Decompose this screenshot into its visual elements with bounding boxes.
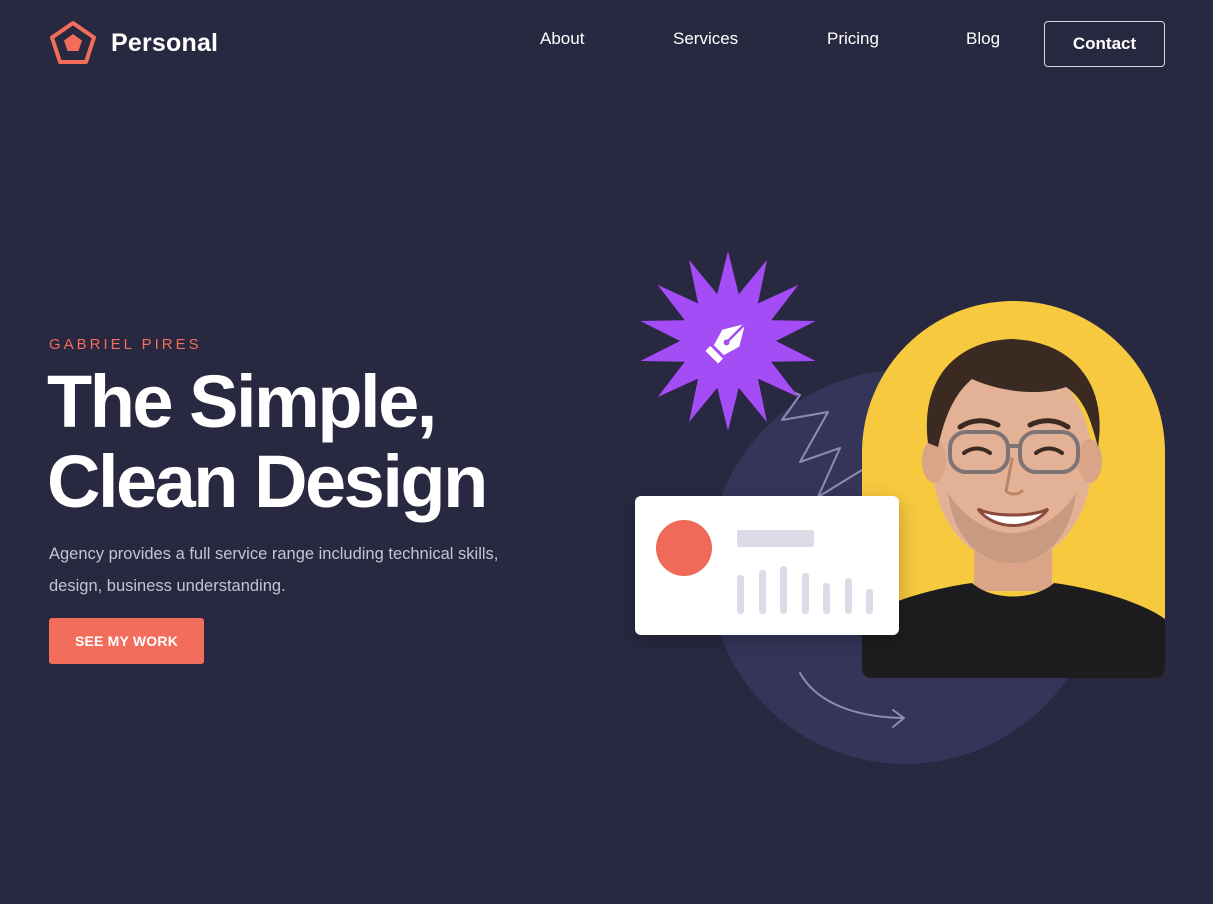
see-my-work-button[interactable]: SEE MY WORK [49,618,204,664]
nav-item-about[interactable]: About [540,29,584,49]
card-bar [844,577,852,614]
smiling-man-with-glasses-portrait [862,339,1165,678]
hero-title-line-2: Clean Design [47,440,488,523]
analytics-card [635,496,899,635]
nav-item-pricing[interactable]: Pricing [827,29,879,49]
card-bar [801,572,809,614]
card-bar [737,574,744,614]
card-bar [866,588,873,614]
nav-item-blog[interactable]: Blog [966,29,1000,49]
card-bar [758,570,766,614]
main-nav: About Services Pricing Blog [0,29,1213,53]
hero-eyebrow: GABRIEL PIRES [49,336,202,353]
hero-title: The Simple, Clean Design [47,362,567,522]
card-bar [780,566,787,614]
nav-item-services[interactable]: Services [673,29,738,49]
landing-page: Personal About Services Pricing Blog Con… [0,0,1213,904]
portrait-arch [862,301,1165,678]
contact-button[interactable]: Contact [1044,21,1165,67]
card-avatar-dot [656,520,712,576]
card-bar-chart [735,558,885,614]
card-bar [823,582,830,614]
card-title-placeholder [737,530,814,547]
hero-title-line-1: The Simple, [47,360,437,443]
starburst-badge [640,251,816,431]
hero-description: Agency provides a full service range inc… [49,545,499,595]
